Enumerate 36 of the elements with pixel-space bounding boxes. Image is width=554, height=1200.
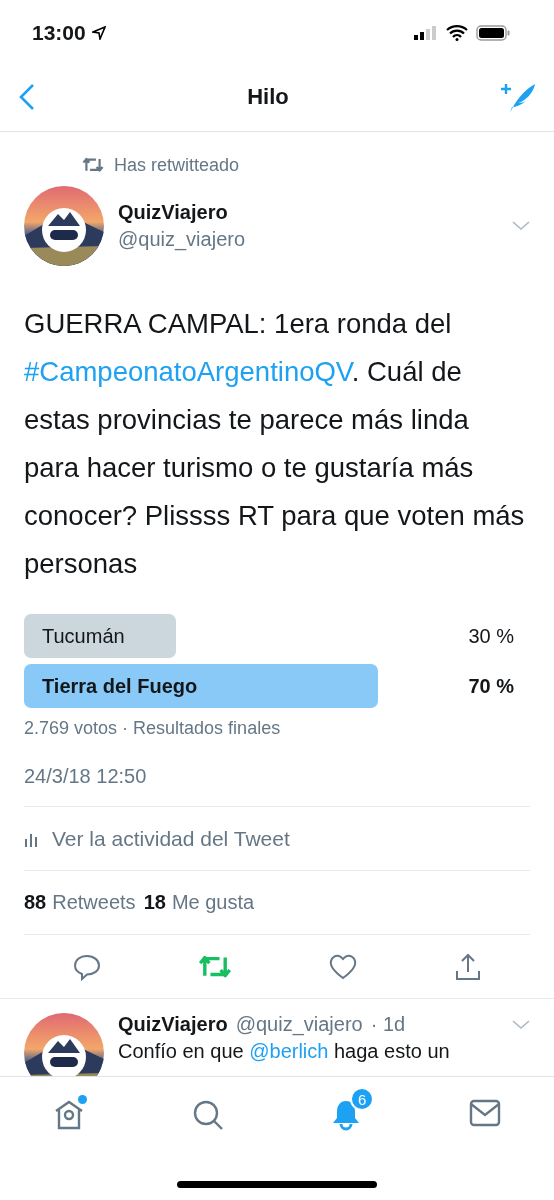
tweet-activity-link[interactable]: Ver la actividad del Tweet (52, 826, 290, 851)
poll-percentage: 70 % (468, 674, 514, 699)
back-button[interactable] (18, 82, 36, 111)
search-icon (191, 1099, 224, 1131)
battery-icon (476, 25, 510, 41)
mention-link[interactable]: @berlich (249, 1040, 329, 1062)
like-button[interactable] (328, 952, 358, 981)
author-name[interactable]: QuizViajero (118, 201, 498, 224)
tweet-age: · 1d (370, 1013, 406, 1036)
poll-summary: 2.769 votos · Resultados finales (24, 718, 282, 739)
status-time: 13:00 (32, 21, 86, 45)
tweet-text: Confío en que @berlich haga esto un (118, 1040, 451, 1063)
stat-count[interactable]: 88 (24, 891, 47, 914)
poll-option-label: Tierra del Fuego (42, 674, 198, 698)
reply-button[interactable] (72, 952, 102, 981)
location-arrow-icon (91, 26, 106, 40)
tweet-timestamp: 24/3/18 12:50 (24, 765, 148, 788)
retweet-icon (82, 156, 104, 174)
page-title: Hilo (247, 83, 289, 110)
poll-percentage: 30 % (468, 624, 514, 649)
hashtag-link[interactable]: #CampeonatoArgentinoQV (24, 356, 352, 387)
stat-label[interactable]: Retweets (52, 891, 136, 914)
tweet-text: GUERRA CAMPAL: 1era ronda del #CampeonatoArgentinoQV. Cuál de estas provincias te parece más linda para hacer turismo o te gustaría más conocer? Plissss RT para que voten más personas (24, 307, 526, 581)
wifi-icon (446, 25, 468, 41)
author-handle[interactable]: @quiz_viajero (235, 1013, 363, 1036)
author-handle[interactable]: @quiz_viajero (118, 228, 498, 251)
share-button[interactable] (454, 951, 482, 982)
mail-icon (468, 1099, 501, 1127)
stat-count[interactable]: 18 (143, 891, 166, 914)
author-name[interactable]: QuizViajero (118, 1013, 228, 1036)
retweeted-label: Has retwitteado (114, 154, 240, 176)
tab-button[interactable]: 6 (316, 1085, 377, 1145)
signal-icon (414, 26, 438, 40)
notification-count: 6 (350, 1087, 375, 1111)
poll-option-label: Tucumán (42, 624, 125, 648)
stat-label[interactable]: Me gusta (171, 891, 255, 914)
